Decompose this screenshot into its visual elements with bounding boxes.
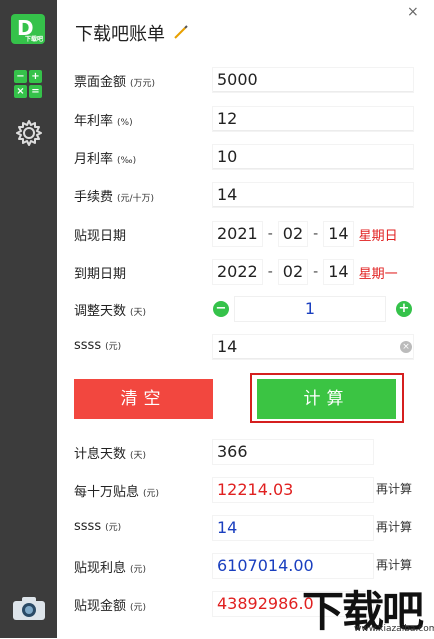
- recalc-link[interactable]: 再计算: [376, 480, 412, 497]
- calc-symbol: ×: [14, 85, 27, 98]
- discount-amount-unit: (元): [130, 603, 147, 613]
- due-day-input[interactable]: 14: [324, 260, 353, 284]
- due-weekday: 星期一: [358, 266, 398, 282]
- fee-input[interactable]: 14: [213, 183, 413, 207]
- ssss-unit: (元): [105, 342, 122, 352]
- interest-days-label: 计息天数: [74, 447, 127, 462]
- discount-day-input[interactable]: 14: [324, 222, 353, 246]
- clear-button[interactable]: 清空: [74, 379, 213, 419]
- ssss-result-unit: (元): [105, 523, 122, 533]
- discount-interest-unit: (元): [130, 565, 147, 575]
- calculator-icon[interactable]: − + × =: [14, 70, 42, 98]
- ssss-result-row: ssss (元) 14 再计算: [74, 516, 414, 540]
- per-100k-unit: (元): [143, 489, 160, 499]
- date-separator: -: [267, 264, 273, 280]
- ssss-label: ssss: [74, 338, 102, 353]
- discount-date-label: 贴现日期: [74, 229, 127, 244]
- gear-icon[interactable]: [14, 118, 44, 148]
- due-year-input[interactable]: 2022: [213, 260, 262, 284]
- interest-days-unit: (天): [130, 451, 147, 461]
- fee-row: 手续费 (元/十万) 14: [74, 183, 414, 207]
- ssss-result-value: 14: [213, 516, 373, 540]
- date-separator: -: [267, 226, 273, 242]
- calc-symbol: +: [29, 70, 42, 83]
- close-icon[interactable]: ×: [407, 4, 419, 20]
- discount-year-input[interactable]: 2021: [213, 222, 262, 246]
- due-date-row: 到期日期 2022 - 02 - 14 星期一: [74, 260, 414, 284]
- face-amount-row: 票面金额 (万元) 5000: [74, 68, 414, 92]
- annual-rate-unit: (%): [117, 118, 133, 128]
- fee-label: 手续费: [74, 190, 114, 205]
- increment-icon[interactable]: +: [396, 301, 412, 317]
- ssss-input-row: ssss (元) 14 ×: [74, 335, 414, 359]
- edit-pencil-icon[interactable]: [173, 24, 189, 40]
- annual-rate-label: 年利率: [74, 114, 114, 129]
- face-amount-input[interactable]: 5000: [213, 68, 413, 92]
- monthly-rate-unit: (‰): [117, 156, 137, 166]
- due-date-label: 到期日期: [74, 267, 127, 282]
- main-panel: 下载吧账单 × 票面金额 (万元) 5000 年利率 (%) 12 月利率 (‰) 1…: [57, 0, 434, 638]
- app-logo: D 下载吧: [11, 14, 45, 44]
- discount-month-input[interactable]: 02: [278, 222, 308, 246]
- face-amount-unit: (万元): [130, 79, 156, 89]
- adjust-days-stepper[interactable]: 1: [235, 297, 385, 321]
- calc-symbol: =: [29, 85, 42, 98]
- discount-date-row: 贴现日期 2021 - 02 - 14 星期日: [74, 222, 414, 246]
- per-100k-label: 每十万贴息: [74, 485, 140, 500]
- decrement-icon[interactable]: −: [213, 301, 229, 317]
- adjust-days-label: 调整天数: [74, 304, 127, 319]
- recalc-link[interactable]: 再计算: [376, 518, 412, 535]
- clear-input-icon[interactable]: ×: [400, 341, 412, 353]
- annual-rate-row: 年利率 (%) 12: [74, 107, 414, 131]
- sidebar: D 下载吧 − + × =: [0, 0, 57, 638]
- camera-icon[interactable]: [12, 595, 46, 621]
- discount-interest-value: 6107014.00: [213, 554, 373, 578]
- interest-days-value: 366: [213, 440, 373, 464]
- monthly-rate-row: 月利率 (‰) 10: [74, 145, 414, 169]
- annual-rate-input[interactable]: 12: [213, 107, 413, 131]
- recalc-link[interactable]: 再计算: [376, 556, 412, 573]
- per-100k-row: 每十万贴息 (元) 12214.03 再计算: [74, 478, 414, 502]
- monthly-rate-input[interactable]: 10: [213, 145, 413, 169]
- date-separator: -: [313, 264, 319, 280]
- due-month-input[interactable]: 02: [278, 260, 308, 284]
- monthly-rate-label: 月利率: [74, 152, 114, 167]
- watermark-url: www.xiazaiba.com: [354, 624, 434, 634]
- adjust-days-unit: (天): [130, 308, 147, 318]
- fee-unit: (元/十万): [117, 194, 155, 204]
- discount-interest-label: 贴现利息: [74, 561, 127, 576]
- discount-amount-label: 贴现金额: [74, 599, 127, 614]
- logo-small-text: 下载吧: [25, 36, 44, 43]
- ssss-input[interactable]: 14: [213, 335, 413, 359]
- face-amount-label: 票面金额: [74, 75, 127, 90]
- adjust-days-row: 调整天数 (天) − 1 +: [74, 297, 414, 321]
- page-title: 下载吧账单: [75, 24, 165, 45]
- per-100k-value: 12214.03: [213, 478, 373, 502]
- calculate-button[interactable]: 计算: [257, 379, 396, 419]
- discount-weekday: 星期日: [358, 228, 398, 244]
- interest-days-row: 计息天数 (天) 366: [74, 440, 414, 464]
- ssss-result-label: ssss: [74, 519, 102, 534]
- calc-symbol: −: [14, 70, 27, 83]
- date-separator: -: [313, 226, 319, 242]
- discount-interest-row: 贴现利息 (元) 6107014.00 再计算: [74, 554, 414, 578]
